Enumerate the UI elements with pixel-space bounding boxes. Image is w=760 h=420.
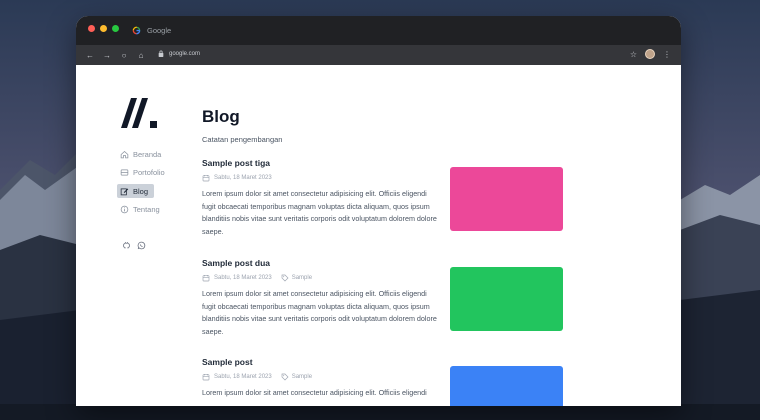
address-bar[interactable]: google.com [158,50,200,57]
edit-icon [120,188,129,195]
reload-icon[interactable]: ○ [120,51,128,60]
close-window-button[interactable] [88,25,95,32]
bookmark-star-icon[interactable]: ☆ [630,50,637,59]
sidebar-item-label: Tentang [133,205,160,214]
google-icon [132,26,141,35]
post-date: Sabtu, 18 Maret 2023 [214,275,272,281]
lock-icon [158,50,164,57]
web-page: Beranda Portofolio Blog Tentang Blog Cat… [76,65,681,406]
post-tag[interactable]: Sample [292,275,312,281]
page-subtitle: Catatan pengembangan [202,135,283,144]
back-icon[interactable]: ← [86,51,94,60]
site-logo[interactable] [121,98,157,128]
browser-toolbar: ← → ○ ⌂ google.com ☆ ⋮ [76,45,681,65]
tag-icon [281,274,289,282]
post-thumbnail[interactable] [450,267,563,331]
sidebar-item-label: Beranda [133,149,162,159]
whatsapp-icon[interactable] [137,241,146,250]
post-tag[interactable]: Sample [292,374,312,380]
calendar-icon [202,374,210,381]
home-icon[interactable]: ⌂ [137,51,145,60]
post-date: Sabtu, 18 Maret 2023 [214,374,272,380]
sidebar-item-portofolio[interactable]: Portofolio [117,166,165,180]
sidebar-item-tentang[interactable]: Tentang [117,203,160,217]
sidebar-nav: Beranda Portofolio Blog Tentang [117,147,165,221]
blog-post-card[interactable]: Sample post dua Sabtu, 18 Maret 2023 Sam… [202,258,564,338]
window-controls [88,25,119,32]
post-date: Sabtu, 18 Maret 2023 [214,175,272,181]
github-icon[interactable] [122,241,131,250]
profile-avatar[interactable] [645,49,655,59]
forward-icon[interactable]: → [103,51,111,60]
minimize-window-button[interactable] [100,25,107,32]
portfolio-icon [120,169,129,176]
sidebar-item-label: Portofolio [133,168,165,177]
more-menu-icon[interactable]: ⋮ [663,50,671,59]
blog-post-card[interactable]: Sample post tiga Sabtu, 18 Maret 2023 Lo… [202,158,564,238]
tag-icon [281,373,289,381]
maximize-window-button[interactable] [112,25,119,32]
info-icon [120,205,129,214]
post-excerpt: Lorem ipsum dolor sit amet consectetur a… [202,289,437,336]
calendar-icon [202,175,210,182]
browser-tab[interactable]: Google [132,26,171,35]
post-excerpt: Lorem ipsum dolor sit amet consectetur a… [202,189,437,236]
calendar-icon [202,275,210,282]
page-title: Blog [202,107,240,126]
blog-post-card[interactable]: Sample post Sabtu, 18 Maret 2023 Sample … [202,357,564,406]
sidebar-item-label: Blog [133,186,149,196]
url-text: google.com [169,50,201,57]
sidebar-item-blog[interactable]: Blog [117,184,154,198]
tab-title: Google [147,26,172,35]
post-thumbnail[interactable] [450,167,563,231]
social-links [122,241,146,250]
post-thumbnail[interactable] [450,366,563,406]
post-excerpt: Lorem ipsum dolor sit amet consectetur a… [202,388,427,397]
browser-titlebar: Google [76,16,681,45]
sidebar-item-beranda[interactable]: Beranda [117,147,161,161]
home-icon [120,150,129,158]
browser-window: Google ← → ○ ⌂ google.com ☆ ⋮ Beranda Po… [76,16,681,406]
